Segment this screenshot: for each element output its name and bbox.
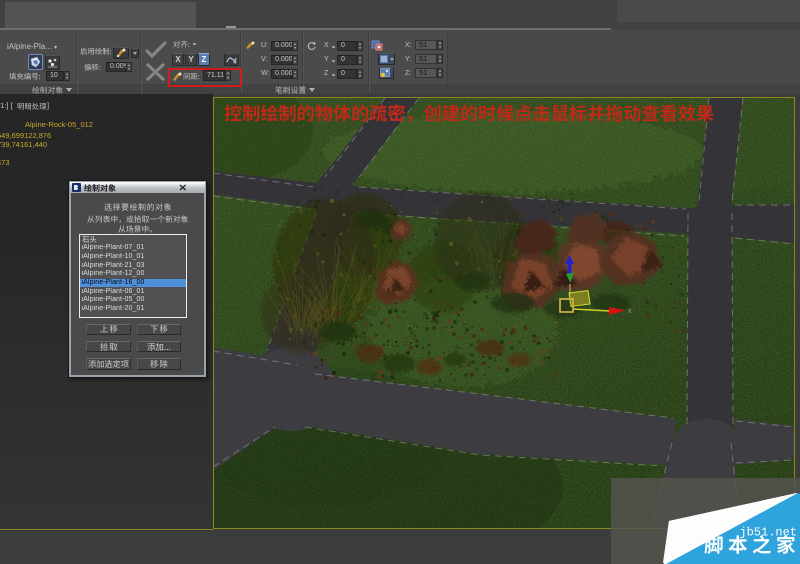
svg-text:x: x bbox=[628, 308, 632, 315]
